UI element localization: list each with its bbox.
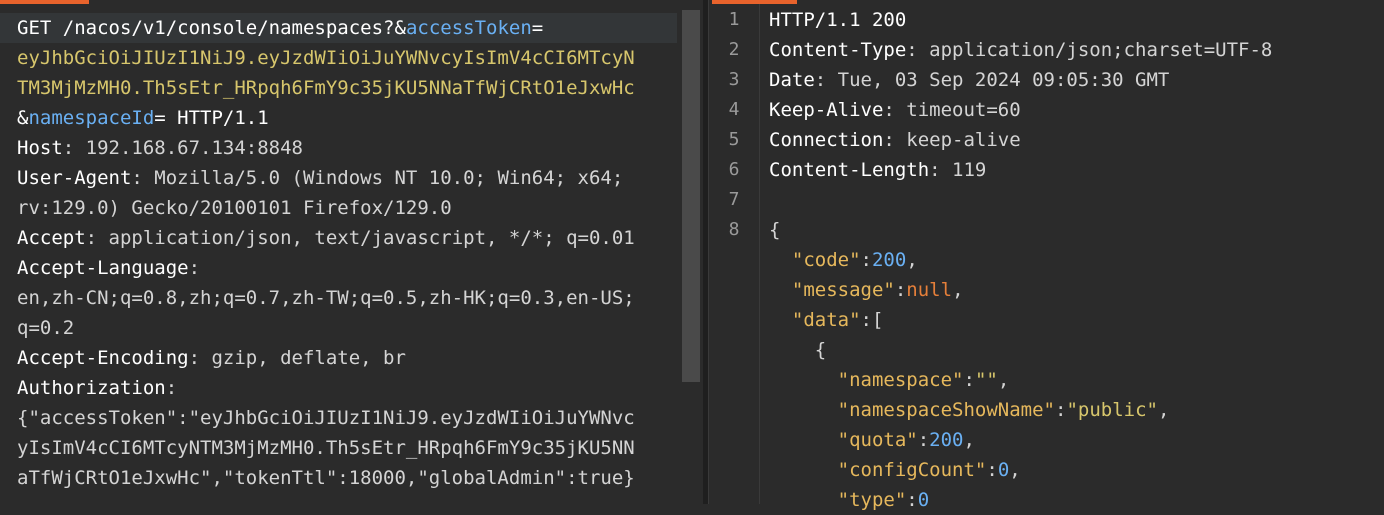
request-line: rv:129.0) Gecko/20100101 Firefox/129.0 xyxy=(17,197,452,219)
line-number: 5 xyxy=(728,129,740,150)
status-line: HTTP/1.1 200 xyxy=(769,9,907,31)
json-namespace: "namespace":"", xyxy=(837,369,1010,391)
json-quota: "quota":200, xyxy=(837,429,975,451)
request-tab-indicator xyxy=(0,0,89,4)
request-line: GET /nacos/v1/console/namespaces?&access… xyxy=(0,13,677,43)
header-date: Date: Tue, 03 Sep 2024 09:05:30 GMT xyxy=(769,69,1170,91)
request-line: en,zh-CN;q=0.8,zh;q=0.7,zh-TW;q=0.5,zh-H… xyxy=(17,287,635,309)
line-number: 3 xyxy=(728,69,740,90)
header-keep-alive: Keep-Alive: timeout=60 xyxy=(769,99,1021,121)
header-authorization: Authorization: xyxy=(17,377,178,399)
response-editor[interactable]: HTTP/1.1 200 Content-Type: application/j… xyxy=(769,5,1379,515)
request-line: TM3MjMzMH0.Th5sEtr_HRpqh6FmY9c35jKU5NNaT… xyxy=(17,77,635,99)
json-type: "type":0 xyxy=(837,489,930,511)
request-line: q=0.2 xyxy=(17,317,75,339)
header-accept-encoding: Accept-Encoding: gzip, deflate, br xyxy=(17,347,406,369)
json-message: "message":null, xyxy=(791,279,964,301)
header-content-type: Content-Type: application/json;charset=U… xyxy=(769,39,1273,61)
response-tab-indicator xyxy=(712,0,797,4)
line-number-gutter: 1 2 3 4 5 6 7 8 xyxy=(709,0,760,504)
line-number: 4 xyxy=(728,99,740,120)
json-namespace-show-name: "namespaceShowName":"public", xyxy=(837,399,1170,421)
header-host: Host: 192.168.67.134:8848 xyxy=(17,137,303,159)
line-number: 8 xyxy=(728,219,740,240)
request-pane[interactable]: GET /nacos/v1/console/namespaces?&access… xyxy=(0,0,704,504)
request-line: aTfWjCRtO1eJxwHc","tokenTtl":18000,"glob… xyxy=(17,467,635,489)
request-editor[interactable]: GET /nacos/v1/console/namespaces?&access… xyxy=(0,13,677,493)
header-accept-language: Accept-Language: xyxy=(17,257,201,279)
json-open-brace: { xyxy=(769,219,781,241)
json-config-count: "configCount":0, xyxy=(837,459,1021,481)
request-line: eyJhbGciOiJIUzI1NiJ9.eyJzdWIiOiJuYWNvcyI… xyxy=(17,47,635,69)
line-number: 6 xyxy=(728,159,740,180)
request-line: &namespaceId= HTTP/1.1 xyxy=(17,107,269,129)
request-line: yIsImV4cCI6MTcyNTM3MjMzMH0.Th5sEtr_HRpqh… xyxy=(17,437,635,459)
json-item-open: { xyxy=(814,339,827,361)
request-line: {"accessToken":"eyJhbGciOiJIUzI1NiJ9.eyJ… xyxy=(17,407,635,429)
line-number: 1 xyxy=(728,9,740,30)
header-accept: Accept: application/json, text/javascrip… xyxy=(17,227,635,249)
line-number: 2 xyxy=(728,39,740,60)
json-data: "data":[ xyxy=(791,309,884,331)
header-connection: Connection: keep-alive xyxy=(769,129,1021,151)
line-number: 7 xyxy=(728,189,740,210)
header-user-agent: User-Agent: Mozilla/5.0 (Windows NT 10.0… xyxy=(17,167,624,189)
json-code: "code":200, xyxy=(791,249,918,271)
header-content-length: Content-Length: 119 xyxy=(769,159,987,181)
request-scrollbar[interactable] xyxy=(682,10,700,382)
